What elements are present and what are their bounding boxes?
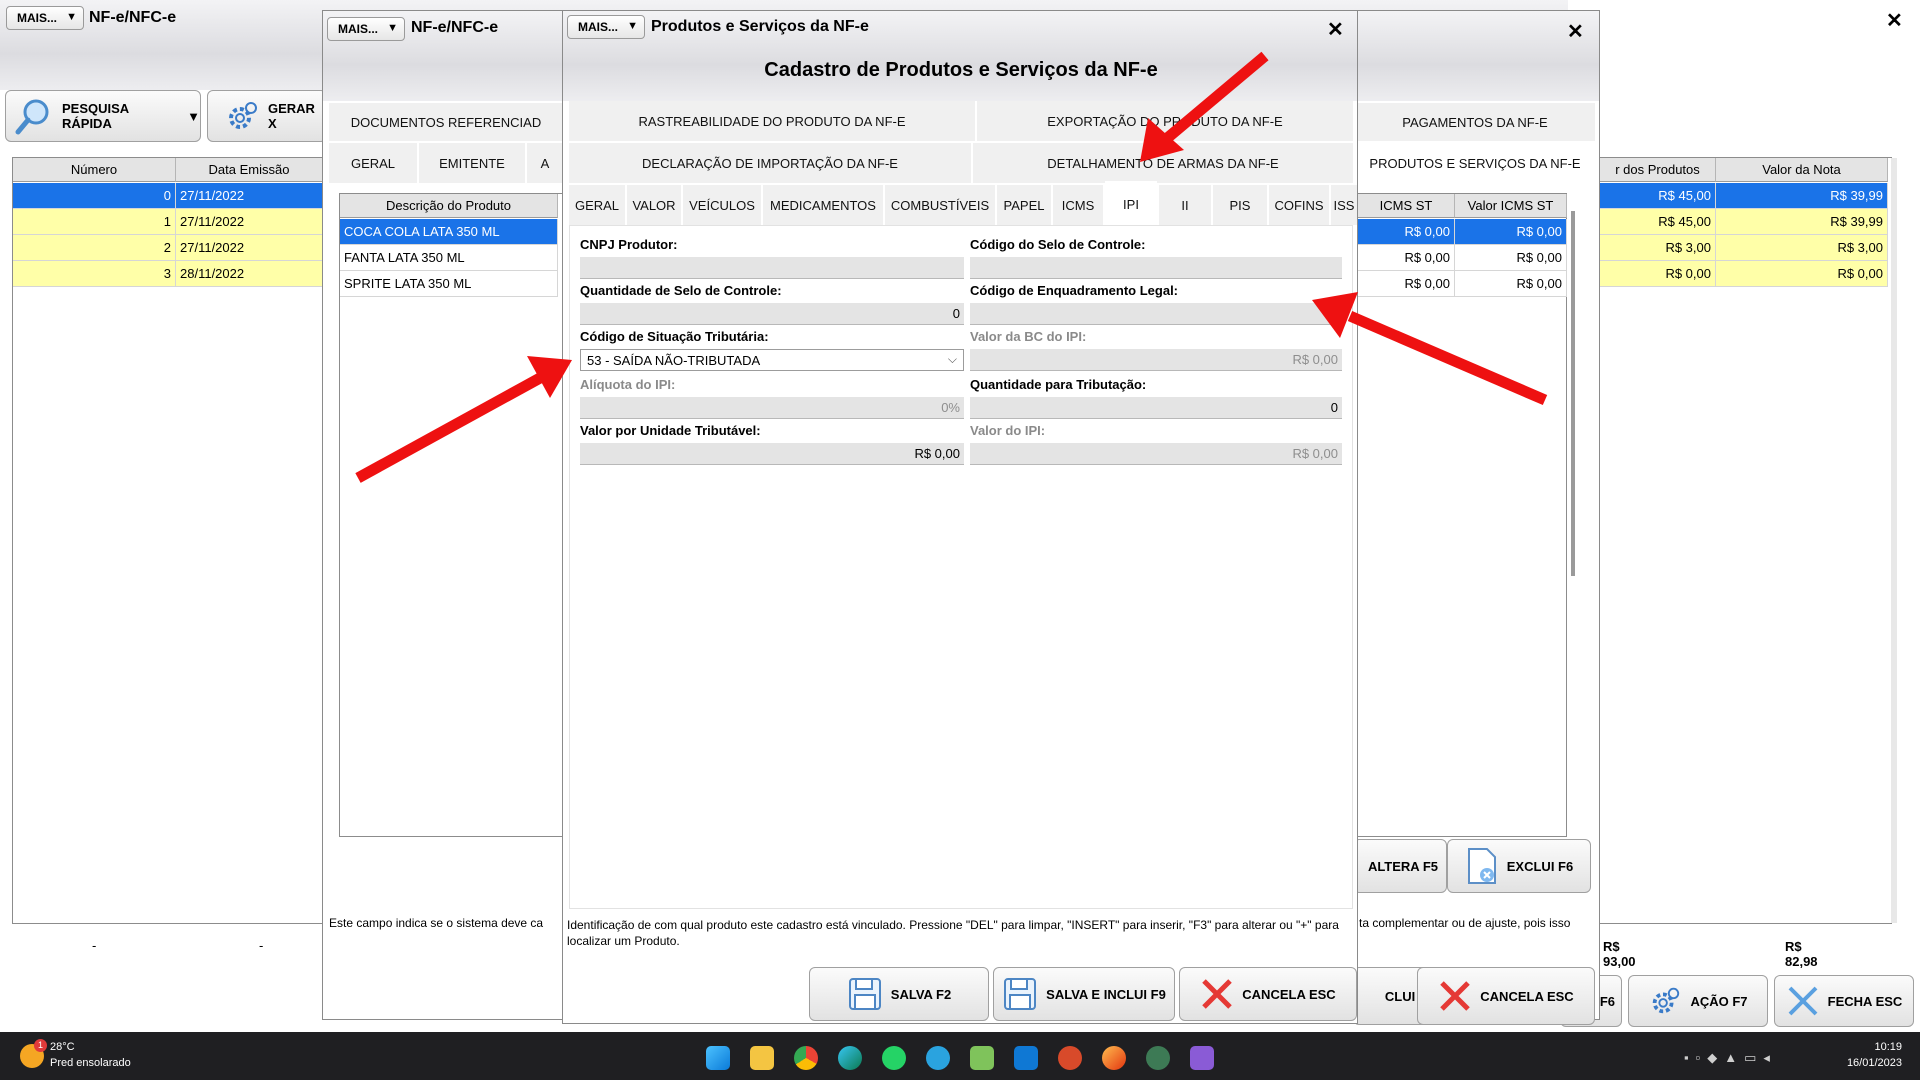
taskbar-clock-date[interactable]: 16/01/2023 [1836,1057,1902,1069]
taskbar-clock-time[interactable]: 10:19 [1846,1041,1902,1053]
annotation-arrow [355,356,572,483]
start-icon[interactable] [706,1046,730,1070]
tray-icons[interactable]: ▪▫◆▲▭◂ [1684,1050,1780,1066]
annotation-arrow [1140,51,1269,162]
annotation-arrows [355,51,1548,483]
chrome-icon[interactable] [794,1046,818,1070]
weather-description[interactable]: Pred ensolarado [50,1057,131,1069]
app-icon[interactable] [1058,1046,1082,1070]
video-editor-icon[interactable] [1190,1046,1214,1070]
notepad-icon[interactable] [970,1046,994,1070]
file-explorer-icon[interactable] [750,1046,774,1070]
firefox-icon[interactable] [1102,1046,1126,1070]
edge-icon[interactable] [838,1046,862,1070]
weather-temperature[interactable]: 28°C [50,1041,75,1053]
weather-badge: 1 [34,1039,47,1052]
outlook-icon[interactable] [1014,1046,1038,1070]
annotation-arrow [1312,292,1548,406]
windows-taskbar [0,1032,1920,1080]
whatsapp-icon[interactable] [882,1046,906,1070]
app-icon[interactable] [1146,1046,1170,1070]
telegram-icon[interactable] [926,1046,950,1070]
